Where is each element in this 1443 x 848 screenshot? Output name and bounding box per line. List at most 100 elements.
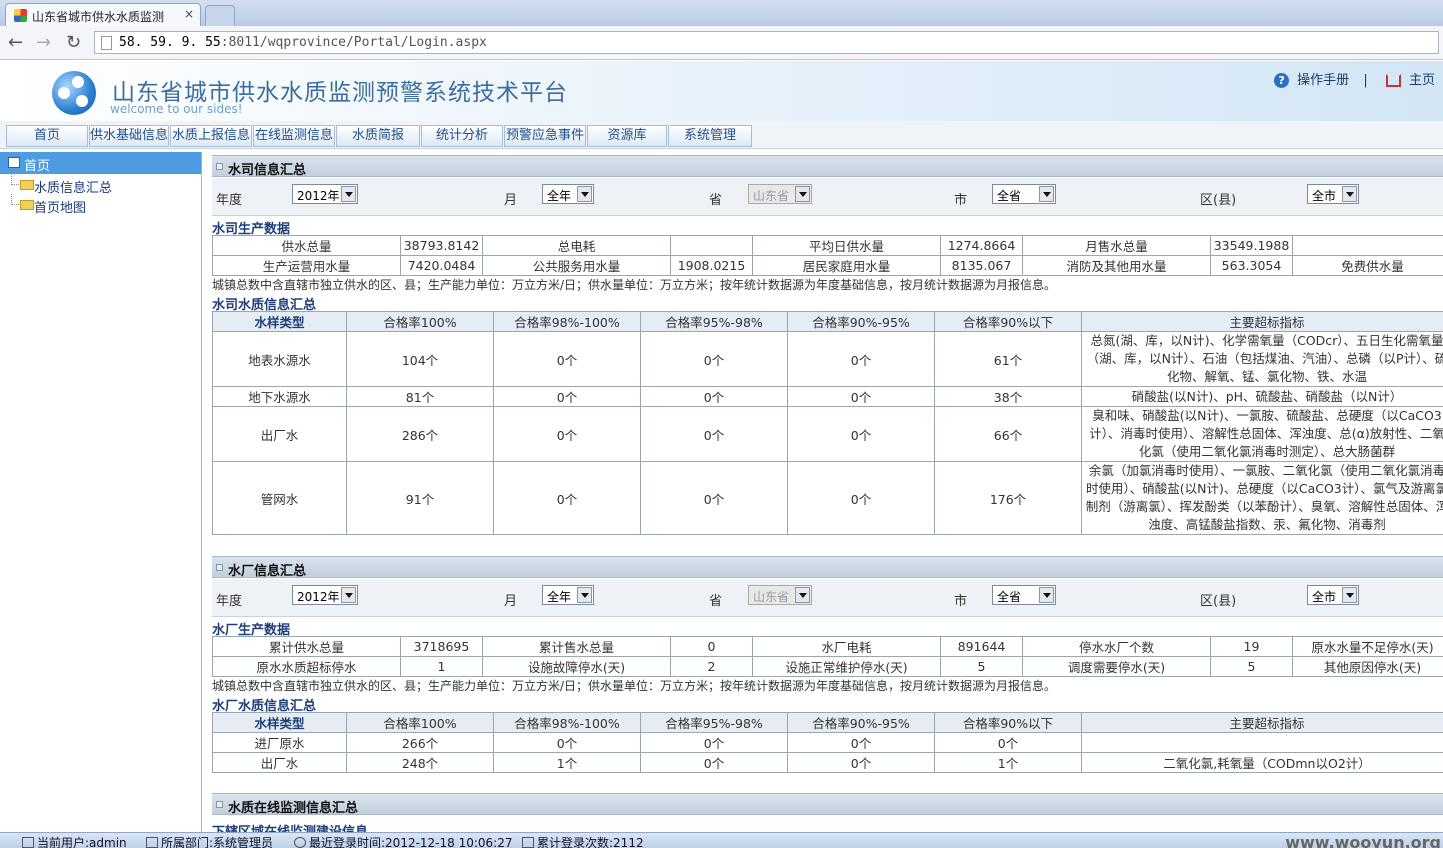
city-label: 市 [954,594,968,609]
url-host: 58. 59. 9. 55 [119,35,221,50]
district-select[interactable]: 全市 [1307,184,1359,204]
table-row: 管网水 91个 0个 0个 0个 176个 余氯（加氯消毒时使用）、一氯胺、二氧化氯（使用二… [212,461,1443,535]
menu-item-quality-report[interactable]: 水质上报信息 [170,125,252,147]
table-row: 出厂水 248个 1个 0个 0个 1个 二氧化氯,耗氧量（CODmn以O2计） [212,752,1443,773]
back-icon[interactable]: ← [8,32,23,53]
status-last-login: 最近登录时间:2012-12-18 10:06:27 [294,834,513,848]
logo-icon [52,71,96,115]
table-header-row: 水样类型 合格率100% 合格率98%-100% 合格率95%-98% 合格率90%-9… [212,311,1443,332]
table-row: 地下水源水 81个 0个 0个 0个 38个 硝酸盐(以N计)、pH、硫酸盐、硝酸盐（以N计… [212,386,1443,407]
tab-title: 山东省城市供水水质监测 [32,10,165,24]
filter-row-company: 年度 2012年 月 全年 省 山东省 市 全省 区(县) 全市 [212,178,1443,216]
url-path: :8011/wqprovince/Portal/Login.aspx [220,35,487,50]
year-select[interactable]: 2012年 [292,184,358,204]
chevron-down-icon [577,587,592,603]
table-row: 出厂水 286个 0个 0个 0个 66个 臭和味、硝酸盐(以N计)、一氯胺、硫酸盐、总硬度… [212,406,1443,462]
menu-item-system[interactable]: 系统管理 [668,125,752,147]
units-note: 城镇总数中含直辖市独立供水的区、县；生产能力单位：万立方米/日；供水量单位：万立… [212,278,1057,292]
home-icon [1385,74,1401,87]
section-head-company: 水司信息汇总 [212,155,1443,178]
user-icon [22,837,34,848]
year-label: 年度 [216,594,243,609]
folder-icon [20,180,34,190]
year-label: 年度 [216,193,243,208]
site-header: 山东省城市供水水质监测预警系统技术平台 welcome to our sides… [0,61,1443,121]
menu-item-home[interactable]: 首页 [6,125,88,147]
units-note: 城镇总数中含直辖市独立供水的区、县；生产能力单位：万立方米/日；供水量单位：万立… [212,679,1057,693]
chevron-down-icon [1039,186,1054,202]
help-icon: ? [1274,73,1290,88]
main-menu: 首页 供水基础信息 水质上报信息 在线监测信息 水质简报 统计分析 预警应急事件… [0,121,1443,149]
browser-tab[interactable]: 山东省城市供水水质监测 × [5,3,201,26]
favicon-icon [14,9,27,22]
section-head-plant: 水厂信息汇总 [212,556,1443,579]
table-row: 地表水源水 104个 0个 0个 0个 61个 总氮(湖、库，以N计)、化学需氧量（CODc… [212,331,1443,387]
month-label: 月 [504,193,518,208]
province-select[interactable]: 山东省 [748,585,812,605]
district-select[interactable]: 全市 [1307,585,1359,605]
district-label: 区(县) [1200,193,1237,208]
month-select[interactable]: 全年 [542,585,594,605]
section-title: 水质在线监测信息汇总 [228,801,359,816]
clock-icon [294,837,306,848]
folder-icon [20,200,34,210]
table-row: 累计供水总量 3718695 累计售水总量 0 水厂电耗 891644 停水水厂个数 19 原水… [212,636,1443,657]
chevron-down-icon [341,587,356,603]
chevron-down-icon [341,186,356,202]
new-tab-button[interactable] [205,5,235,26]
month-select[interactable]: 全年 [542,184,594,204]
watermark: www.wooyun.org [1285,833,1441,848]
menu-item-online-monitor[interactable]: 在线监测信息 [253,125,335,147]
filter-row-plant: 年度 2012年 月 全年 省 山东省 市 全省 区(县) 全市 [212,579,1443,617]
section-head-online: 水质在线监测信息汇总 [212,793,1443,816]
table-row: 原水水质超标停水 1 设施故障停水(天) 2 设施正常维护停水(天) 5 调度需要停水(天)… [212,656,1443,677]
status-dept: 所属部门:系统管理员 [146,834,273,848]
top-links: ? 操作手册 | 主页 [1270,69,1435,88]
page-icon [101,36,112,50]
browser-nav-bar: ← → ↻ 58. 59. 9. 55:8011/wqprovince/Port… [0,26,1443,60]
plant-prod-table: 累计供水总量 3718695 累计售水总量 0 水厂电耗 891644 停水水厂个数 19 原水… [212,636,1443,677]
menu-item-supply-basic[interactable]: 供水基础信息 [89,125,169,147]
chevron-down-icon [577,186,592,202]
chevron-down-icon [795,587,810,603]
chevron-down-icon [1342,587,1357,603]
reload-icon[interactable]: ↻ [66,32,81,53]
address-bar[interactable]: 58. 59. 9. 55:8011/wqprovince/Portal/Log… [94,31,1439,54]
main-content: 水司信息汇总 年度 2012年 月 全年 省 山东省 市 全省 区(县) 全市 … [208,152,1443,832]
table-row: 供水总量 38793.8142 总电耗 平均日供水量 1274.8664 月售水总量 335… [212,235,1443,256]
table-header-row: 水样类型 合格率100% 合格率98%-100% 合格率95%-98% 合格率90%-9… [212,712,1443,733]
menu-item-emergency[interactable]: 预警应急事件 [504,125,586,147]
close-tab-icon[interactable]: × [184,7,194,21]
chevron-down-icon [1342,186,1357,202]
manual-link[interactable]: 操作手册 [1297,73,1349,88]
browser-tab-bar: 山东省城市供水水质监测 × [0,0,1443,26]
plant-quality-table: 水样类型 合格率100% 合格率98%-100% 合格率95%-98% 合格率90%-9… [212,712,1443,773]
menu-item-brief[interactable]: 水质简报 [336,125,420,147]
chevron-down-icon [795,186,810,202]
status-user: 当前用户:admin [22,834,127,848]
city-select[interactable]: 全省 [992,184,1056,204]
province-select[interactable]: 山东省 [748,184,812,204]
city-select[interactable]: 全省 [992,585,1056,605]
menu-item-statistics[interactable]: 统计分析 [421,125,503,147]
online-sub-title: 下辖区域在线监测建设信息 [212,821,368,832]
section-title: 水司信息汇总 [228,163,307,178]
sidebar-head[interactable]: 首页 [0,152,201,174]
site-subtitle: welcome to our sides! [110,102,243,116]
menu-item-resources[interactable]: 资源库 [587,125,667,147]
district-label: 区(县) [1200,594,1237,609]
status-bar: 当前用户:admin 所属部门:系统管理员 最近登录时间:2012-12-18 … [0,832,1443,848]
home-link[interactable]: 主页 [1409,73,1435,88]
sidebar-head-label: 首页 [24,159,51,174]
link-separator: | [1363,73,1368,88]
province-label: 省 [709,193,723,208]
sidebar-item-home-map[interactable]: 首页地图 [0,194,201,216]
section-title: 水厂信息汇总 [228,564,307,579]
city-label: 市 [954,193,968,208]
sidebar-item-label: 首页地图 [34,201,87,216]
sidebar-item-quality-summary[interactable]: 水质信息汇总 [0,174,201,196]
forward-icon[interactable]: → [36,32,51,53]
year-select[interactable]: 2012年 [292,585,358,605]
counter-icon [522,837,534,848]
province-label: 省 [709,594,723,609]
